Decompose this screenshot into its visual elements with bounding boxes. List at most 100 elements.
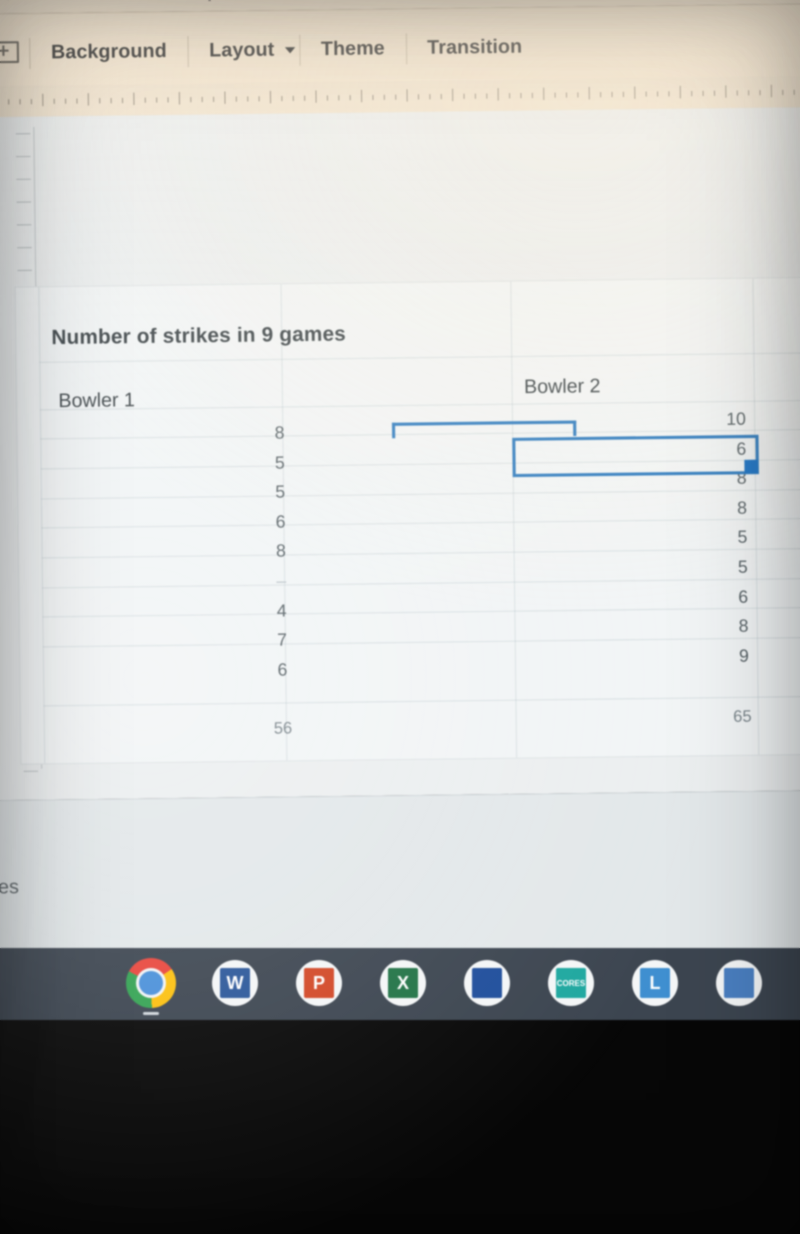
ruler-tick	[668, 91, 670, 97]
menu-item-add-ons[interactable]: Add-ons	[53, 0, 125, 5]
cell-value: 10	[726, 409, 747, 429]
cell-value: 8	[275, 541, 286, 562]
ruler-tick	[292, 95, 294, 101]
ruler-tick	[121, 97, 124, 104]
classroom-app-icon[interactable]	[716, 960, 762, 1006]
slide-title[interactable]: Number of strikes in 9 games	[51, 323, 346, 350]
ruler-tick	[16, 178, 31, 180]
ruler-tick	[133, 92, 135, 106]
app-icon-label	[724, 968, 754, 998]
ruler-tick	[16, 155, 31, 158]
ruler-tick	[770, 84, 772, 98]
cell-value: 5	[737, 557, 748, 577]
ruler-tick	[440, 94, 442, 100]
ruler-tick	[281, 95, 283, 102]
app-icon-label: CORES	[556, 978, 586, 988]
speaker-notes-placeholder[interactable]: r notes	[0, 877, 19, 901]
ruler-tick	[99, 98, 101, 104]
ruler-tick	[634, 86, 636, 99]
cell-value: 5	[274, 452, 285, 473]
ruler-tick	[372, 94, 374, 101]
ruler-tick	[156, 97, 158, 103]
chevron-down-icon[interactable]	[284, 47, 296, 54]
ruler-tick	[8, 99, 10, 105]
teacher-app-icon[interactable]	[464, 960, 510, 1006]
cell-value: 4	[276, 600, 287, 621]
theme-button[interactable]: Theme	[300, 38, 406, 62]
new-slide-icon[interactable]	[0, 41, 20, 66]
ruler-tick	[315, 90, 317, 103]
speaker-notes-pane[interactable]	[0, 789, 800, 967]
bowler-1-total: 56	[273, 719, 293, 738]
menu-item-accessibility[interactable]: Accessibility	[258, 0, 366, 2]
ruler-tick	[645, 91, 647, 97]
ruler-tick	[611, 91, 613, 98]
ruler-tick	[782, 89, 784, 96]
ruler-tick	[15, 133, 31, 135]
ruler-tick	[759, 90, 761, 96]
ruler-tick	[178, 92, 181, 105]
ruler-tick	[258, 96, 260, 102]
ruler-tick	[65, 98, 67, 104]
app-icon-label: X	[396, 972, 409, 993]
cell-value: 5	[737, 527, 748, 548]
slide-canvas[interactable]: Number of strikes in 9 games Bowler 1 Bo…	[15, 277, 800, 764]
word-icon[interactable]: W	[212, 960, 258, 1006]
app-running-indicator	[143, 1012, 159, 1015]
ruler-tick	[16, 224, 32, 226]
ruler-tick	[213, 96, 215, 102]
ruler-tick	[429, 94, 431, 100]
background-button[interactable]: Background	[30, 40, 187, 65]
selected-text-box[interactable]	[512, 434, 759, 478]
ruler-tick	[577, 92, 579, 98]
text-box-top-bracket[interactable]	[391, 420, 577, 439]
ruler-tick	[725, 85, 727, 98]
cell-value: 5	[275, 482, 286, 502]
chromeos-shelf: W P X CORES L	[0, 948, 800, 1020]
ruler-tick	[269, 90, 272, 104]
lexia-app-icon[interactable]: L	[632, 960, 678, 1006]
app-icon-label: L	[649, 972, 661, 993]
bowler-1-values[interactable]: 8 5 5 6 8 – 4 7 6	[226, 419, 288, 686]
app-icon-label: W	[226, 972, 244, 993]
ruler-tick	[326, 95, 328, 101]
ruler-tick	[565, 92, 568, 98]
ruler-tick	[497, 88, 499, 101]
resize-handle[interactable]	[744, 459, 758, 474]
ruler-tick	[588, 87, 590, 100]
ruler-tick	[713, 90, 716, 96]
cores-app-icon[interactable]: CORES	[548, 960, 594, 1006]
photo-of-laptop-screen: ools Add-ons Help Accessibility Backgrou…	[0, 0, 800, 1234]
ruler-tick	[417, 94, 420, 100]
ruler-tick	[19, 99, 21, 105]
ruler-tick	[247, 96, 249, 102]
excel-icon[interactable]: X	[380, 960, 426, 1006]
ruler-tick	[383, 94, 385, 100]
ruler-tick	[304, 95, 306, 101]
ruler-tick	[16, 201, 32, 203]
ruler-tick	[486, 93, 488, 99]
ruler-tick	[463, 93, 465, 99]
powerpoint-icon[interactable]: P	[296, 960, 342, 1006]
cell-value: 8	[738, 616, 749, 637]
cell-value: 6	[738, 586, 749, 607]
ruler-tick	[190, 97, 192, 103]
cell-value: 9	[738, 645, 749, 666]
column-header-bowler-1[interactable]: Bowler 1	[58, 390, 135, 414]
ruler-tick	[622, 91, 624, 97]
cell-value: 6	[275, 511, 286, 532]
chrome-icon[interactable]	[126, 958, 176, 1008]
ruler-tick	[509, 93, 511, 99]
ruler-tick	[167, 97, 169, 103]
ruler-tick	[42, 93, 44, 107]
menu-item-help[interactable]: Help	[180, 0, 218, 3]
ruler-tick	[76, 98, 78, 104]
app-icon-label: P	[312, 972, 325, 993]
transition-button[interactable]: Transition	[406, 36, 543, 60]
menu-item-tools[interactable]: ools	[0, 0, 13, 5]
ruler-tick	[520, 93, 522, 99]
layout-button[interactable]: Layout	[188, 39, 295, 63]
ruler-tick	[349, 95, 351, 101]
column-header-bowler-2[interactable]: Bowler 2	[524, 376, 601, 400]
ruler-tick	[748, 90, 750, 96]
